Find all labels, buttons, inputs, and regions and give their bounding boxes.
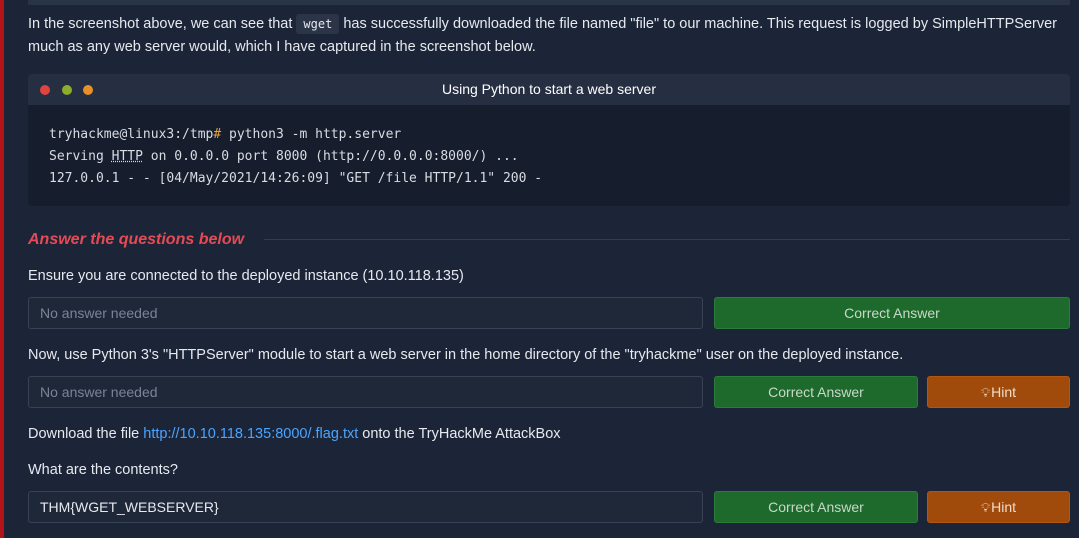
question-2-correct-button[interactable]: Correct Answer xyxy=(714,376,918,408)
intro-text-before: In the screenshot above, we can see that xyxy=(28,16,297,32)
answer-section-header: Answer the questions below xyxy=(28,228,1070,252)
question-3-text-before: Download the file xyxy=(28,426,144,442)
question-3-text: Download the file http://10.10.118.135:8… xyxy=(28,424,561,444)
question-3-text-after: onto the TryHackMe AttackBox xyxy=(358,426,561,442)
lightbulb-icon: 💡︎ xyxy=(980,385,991,400)
question-3-answer-input[interactable]: THM{WGET_WEBSERVER} xyxy=(28,491,703,523)
question-3-hint-label: Hint xyxy=(991,499,1016,515)
terminal-line2-http: HTTP xyxy=(111,149,143,164)
inline-code-wget: wget xyxy=(296,14,340,34)
left-accent-bar xyxy=(0,0,4,538)
terminal-line2-before: Serving xyxy=(49,149,112,164)
previous-terminal-bottom xyxy=(28,0,1070,5)
flag-file-link[interactable]: http://10.10.118.135:8000/.flag.txt xyxy=(143,426,358,442)
terminal-title-bar: Using Python to start a web server xyxy=(28,74,1070,105)
terminal-output: tryhackme@linux3:/tmp# python3 -m http.s… xyxy=(28,105,1070,206)
question-2-answer-input[interactable]: No answer needed xyxy=(28,376,703,408)
question-2-hint-button[interactable]: 💡︎Hint xyxy=(927,376,1070,408)
question-2-text: Now, use Python 3's "HTTPServer" module … xyxy=(28,347,904,363)
terminal-window: Using Python to start a web server tryha… xyxy=(28,74,1070,206)
terminal-line2-after: on 0.0.0.0 port 8000 (http://0.0.0.0:800… xyxy=(142,149,519,164)
question-3-correct-button[interactable]: Correct Answer xyxy=(714,491,918,523)
lightbulb-icon: 💡︎ xyxy=(980,500,991,515)
question-2-hint-label: Hint xyxy=(991,384,1016,400)
terminal-prompt: tryhackme@linux3:/tmp xyxy=(49,127,214,142)
terminal-line3: 127.0.0.1 - - [04/May/2021/14:26:09] "GE… xyxy=(49,171,543,186)
terminal-command: python3 -m http.server xyxy=(221,127,402,142)
question-1-answer-input[interactable]: No answer needed xyxy=(28,297,703,329)
question-1-text: Ensure you are connected to the deployed… xyxy=(28,268,464,284)
question-3-subtext: What are the contents? xyxy=(28,462,178,478)
section-divider xyxy=(264,239,1070,240)
question-3-hint-button[interactable]: 💡︎Hint xyxy=(927,491,1070,523)
terminal-title: Using Python to start a web server xyxy=(442,81,656,97)
question-1-correct-button[interactable]: Correct Answer xyxy=(714,297,1070,329)
section-title: Answer the questions below xyxy=(28,231,245,248)
intro-paragraph: In the screenshot above, we can see that… xyxy=(28,13,1070,59)
